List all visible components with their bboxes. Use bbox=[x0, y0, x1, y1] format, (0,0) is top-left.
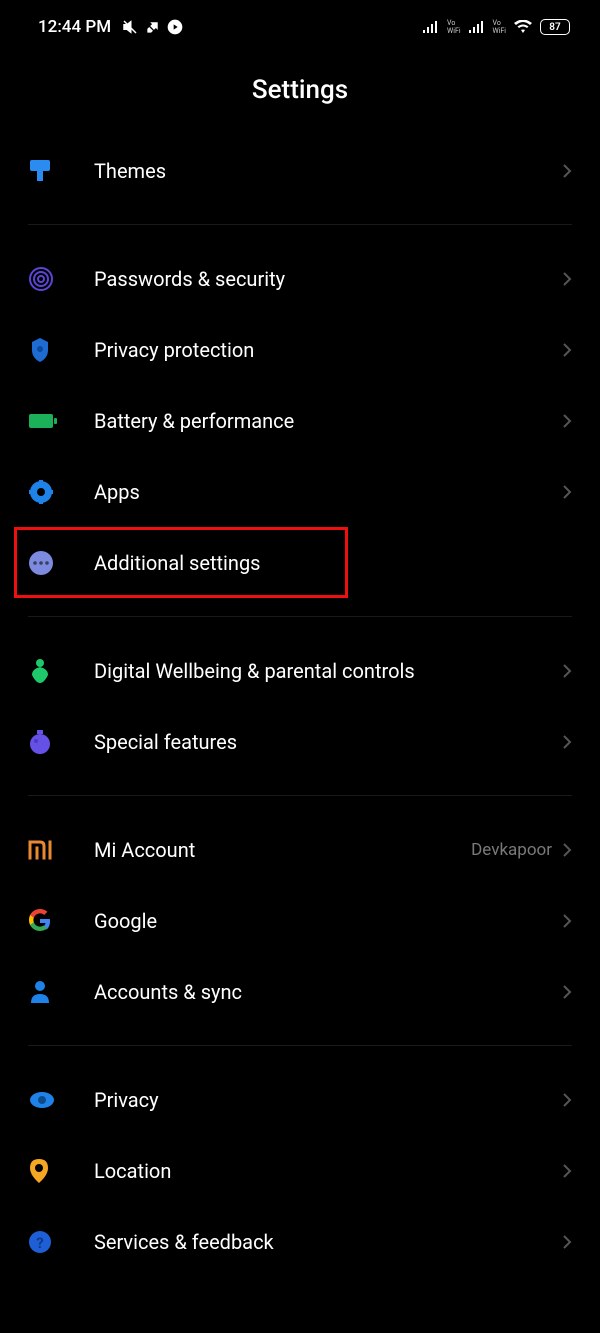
settings-item-location[interactable]: Location bbox=[28, 1135, 572, 1206]
settings-item-passwords-security[interactable]: Passwords & security bbox=[28, 243, 572, 314]
settings-list: Themes Passwords & security Privacy prot… bbox=[0, 135, 600, 1277]
status-time: 12:44 PM bbox=[38, 17, 111, 37]
chevron-right-icon bbox=[562, 984, 572, 1000]
item-label: Privacy bbox=[94, 1088, 562, 1112]
vowifi-1-icon: VoWiFi bbox=[447, 19, 460, 35]
location-pin-icon bbox=[28, 1157, 68, 1185]
status-bar: 12:44 PM bbox=[0, 0, 600, 50]
chevron-right-icon bbox=[562, 1234, 572, 1250]
svg-text:?: ? bbox=[36, 1234, 43, 1252]
item-label: Privacy protection bbox=[94, 338, 562, 362]
signal-1-icon bbox=[423, 21, 439, 33]
help-icon: ? bbox=[28, 1230, 68, 1254]
chevron-right-icon bbox=[562, 663, 572, 679]
settings-item-accounts-sync[interactable]: Accounts & sync bbox=[28, 956, 572, 1027]
wellbeing-icon bbox=[28, 657, 68, 685]
divider bbox=[28, 616, 572, 617]
shield-icon bbox=[28, 336, 68, 364]
settings-item-privacy-protection[interactable]: Privacy protection bbox=[28, 314, 572, 385]
item-label: Themes bbox=[94, 159, 562, 183]
google-icon bbox=[28, 909, 68, 933]
wifi-icon bbox=[514, 20, 532, 34]
chevron-right-icon bbox=[562, 913, 572, 929]
settings-item-google[interactable]: Google bbox=[28, 885, 572, 956]
eye-icon bbox=[28, 1091, 68, 1109]
apps-gear-icon bbox=[28, 479, 68, 505]
settings-item-apps[interactable]: Apps bbox=[28, 456, 572, 527]
status-right: VoWiFi VoWiFi 87 bbox=[423, 19, 570, 35]
item-label: Passwords & security bbox=[94, 267, 562, 291]
status-icons-left bbox=[121, 18, 183, 36]
play-icon bbox=[167, 19, 183, 35]
divider bbox=[28, 795, 572, 796]
settings-item-themes[interactable]: Themes bbox=[28, 135, 572, 206]
settings-item-additional[interactable]: Additional settings bbox=[14, 527, 348, 598]
vowifi-2-icon: VoWiFi bbox=[493, 19, 506, 35]
divider bbox=[28, 224, 572, 225]
chevron-right-icon bbox=[562, 271, 572, 287]
settings-item-special-features[interactable]: Special features bbox=[28, 706, 572, 777]
item-label: Apps bbox=[94, 480, 562, 504]
mute-icon bbox=[121, 18, 139, 36]
settings-item-privacy[interactable]: Privacy bbox=[28, 1064, 572, 1135]
chevron-right-icon bbox=[562, 413, 572, 429]
battery-icon: 87 bbox=[540, 19, 570, 35]
page-title: Settings bbox=[0, 75, 600, 105]
item-label: Location bbox=[94, 1159, 562, 1183]
divider bbox=[28, 1045, 572, 1046]
themes-icon bbox=[28, 158, 68, 184]
item-label: Accounts & sync bbox=[94, 980, 562, 1004]
item-label: Battery & performance bbox=[94, 409, 562, 433]
settings-item-battery[interactable]: Battery & performance bbox=[28, 385, 572, 456]
flask-icon bbox=[28, 728, 68, 756]
item-label: Google bbox=[94, 909, 562, 933]
chevron-right-icon bbox=[562, 1163, 572, 1179]
chevron-right-icon bbox=[562, 842, 572, 858]
status-left: 12:44 PM bbox=[38, 17, 183, 37]
chevron-right-icon bbox=[562, 163, 572, 179]
chevron-right-icon bbox=[562, 484, 572, 500]
page-header: Settings bbox=[0, 50, 600, 135]
item-label: Services & feedback bbox=[94, 1230, 562, 1254]
chevron-right-icon bbox=[562, 734, 572, 750]
item-label: Digital Wellbeing & parental controls bbox=[94, 659, 562, 683]
fingerprint-icon bbox=[28, 266, 68, 292]
signal-2-icon bbox=[469, 21, 485, 33]
battery-performance-icon bbox=[28, 412, 68, 430]
more-dots-icon bbox=[28, 550, 68, 576]
settings-item-mi-account[interactable]: Mi Account Devkapoor bbox=[28, 814, 572, 885]
chevron-right-icon bbox=[562, 342, 572, 358]
item-label: Additional settings bbox=[94, 551, 335, 575]
person-icon bbox=[28, 979, 68, 1005]
item-label: Mi Account bbox=[94, 838, 471, 862]
mi-logo-icon bbox=[28, 840, 68, 860]
item-value: Devkapoor bbox=[471, 840, 552, 860]
chevron-right-icon bbox=[562, 1092, 572, 1108]
item-label: Special features bbox=[94, 730, 562, 754]
settings-item-digital-wellbeing[interactable]: Digital Wellbeing & parental controls bbox=[28, 635, 572, 706]
settings-item-services-feedback[interactable]: ? Services & feedback bbox=[28, 1206, 572, 1277]
sync-icon bbox=[145, 19, 161, 35]
